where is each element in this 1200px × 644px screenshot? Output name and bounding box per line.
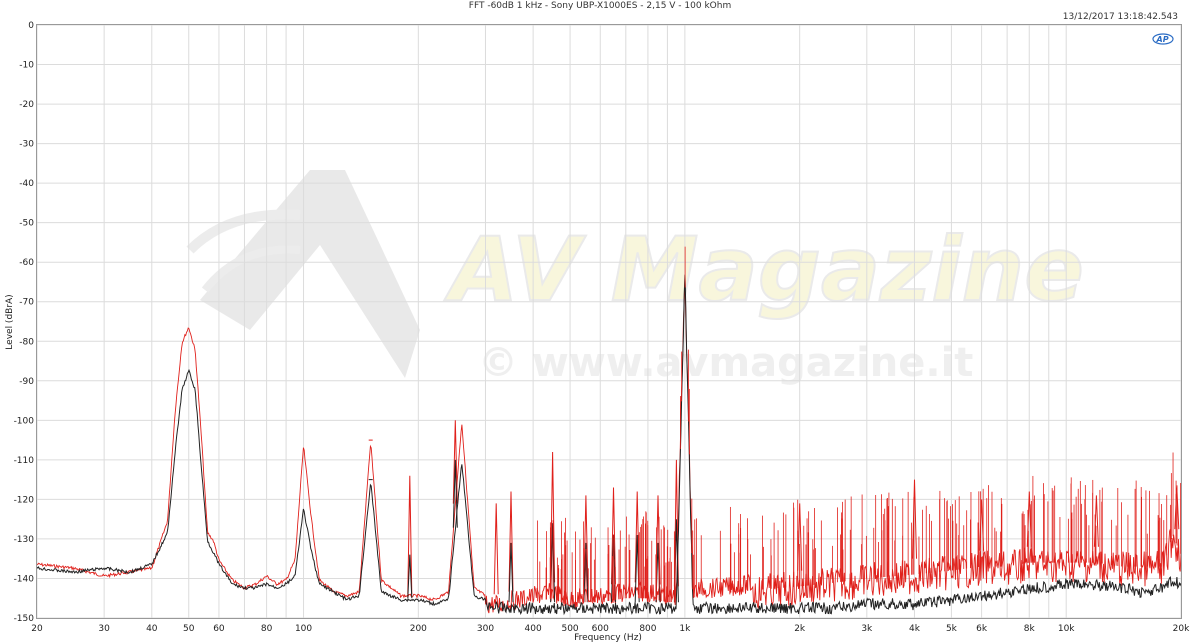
watermark-url: © www.avmagazine.it xyxy=(478,340,973,386)
x-tick-label: 40 xyxy=(146,624,158,634)
y-tick-label: -100 xyxy=(14,416,35,426)
y-tick-label: -120 xyxy=(14,495,35,505)
fft-chart: AV Magazine © www.avmagazine.it 0 -10 -20 -… xyxy=(5,21,1191,643)
grid xyxy=(36,24,1182,619)
axes: 0 -10 -20 -30 -40 -50 -60 -70 -80 -90 -100 -110 -120… xyxy=(14,21,1191,634)
x-axis-label: Frequency (Hz) xyxy=(574,633,642,643)
harmonic-peak xyxy=(493,503,499,595)
x-tick-label: 400 xyxy=(525,624,542,634)
x-tick-label: 20k xyxy=(1173,624,1190,634)
y-tick-label: -20 xyxy=(19,100,34,110)
y-tick-label: -130 xyxy=(14,535,35,545)
y-axis-label: Level (dBrA) xyxy=(5,294,15,349)
plot-frame xyxy=(36,24,1182,619)
x-tick-label: 200 xyxy=(410,624,427,634)
y-tick-label: -10 xyxy=(19,61,34,71)
y-tick-label: -150 xyxy=(14,614,35,624)
x-tick-label: 50 xyxy=(183,624,195,634)
watermark-magazine: AV Magazine xyxy=(444,218,1084,321)
x-tick-label: 8k xyxy=(1024,624,1036,634)
y-tick-label: -50 xyxy=(19,219,34,229)
watermark-av-logo-icon xyxy=(200,170,420,378)
watermark: AV Magazine © www.avmagazine.it xyxy=(186,170,1085,386)
y-tick-label: -110 xyxy=(14,456,35,466)
y-tick-label: -80 xyxy=(19,337,34,347)
x-tick-label: 6k xyxy=(976,624,988,634)
y-tick-label: -70 xyxy=(19,298,34,308)
y-tick-label: -90 xyxy=(19,377,34,387)
y-tick-label: -40 xyxy=(19,179,34,189)
y-tick-label: -60 xyxy=(19,258,34,268)
x-tick-label: 10k xyxy=(1058,624,1075,634)
y-tick-label: -30 xyxy=(19,140,34,150)
x-tick-label: 1k xyxy=(679,624,691,634)
x-tick-label: 2k xyxy=(794,624,806,634)
x-tick-label: 100 xyxy=(295,624,312,634)
x-tick-label: 60 xyxy=(213,624,225,634)
x-tick-label: 5k xyxy=(946,624,958,634)
x-tick-label: 20 xyxy=(31,624,43,634)
x-tick-label: 30 xyxy=(98,624,110,634)
x-tick-label: 4k xyxy=(909,624,921,634)
y-tick-label: -140 xyxy=(14,574,35,584)
y-tick-label: 0 xyxy=(28,21,34,31)
x-tick-label: 800 xyxy=(639,624,656,634)
x-tick-label: 300 xyxy=(477,624,494,634)
x-tick-label: 80 xyxy=(261,624,273,634)
x-tick-label: 3k xyxy=(861,624,873,634)
